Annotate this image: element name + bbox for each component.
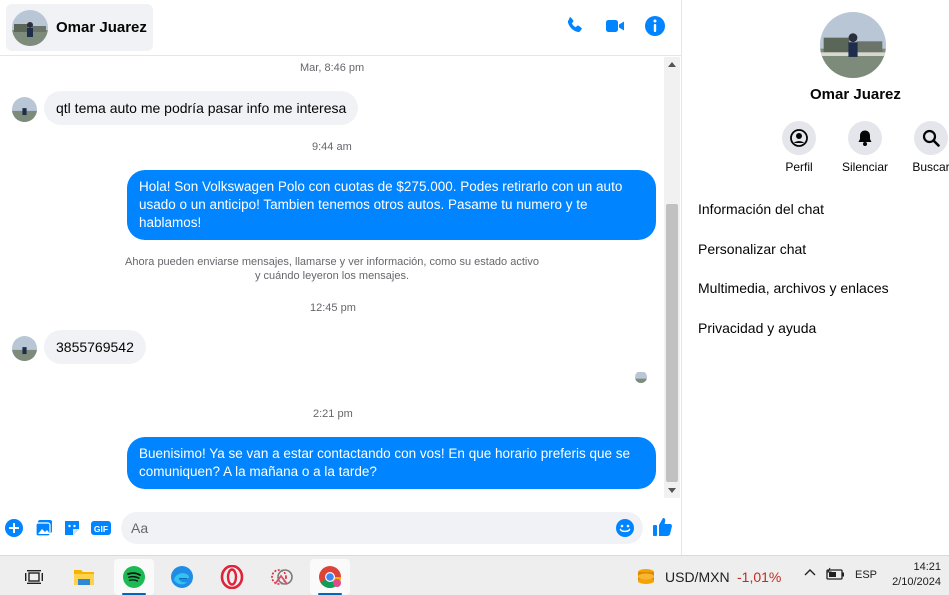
gif-icon[interactable]: GIF bbox=[90, 518, 112, 538]
file-explorer-icon[interactable] bbox=[64, 559, 104, 595]
info-icon[interactable] bbox=[643, 14, 667, 38]
contact-name: Omar Juarez bbox=[56, 19, 147, 36]
clock-date: 2/10/2024 bbox=[892, 576, 941, 588]
message-input-box[interactable] bbox=[121, 512, 643, 544]
read-receipt-avatar bbox=[635, 371, 647, 383]
menu-customize-chat[interactable]: Personalizar chat bbox=[698, 241, 806, 257]
photo-icon[interactable] bbox=[34, 518, 54, 538]
composer-bar: GIF bbox=[0, 505, 681, 551]
mute-label: Silenciar bbox=[841, 160, 889, 174]
menu-chat-info[interactable]: Información del chat bbox=[698, 201, 824, 217]
currency-change[interactable]: -1,01% bbox=[737, 569, 781, 585]
currency-ticker[interactable]: USD/MXN bbox=[665, 569, 730, 585]
timestamp: 2:21 pm bbox=[313, 408, 353, 420]
widgets-icon[interactable] bbox=[0, 559, 10, 595]
scroll-down-arrow[interactable] bbox=[668, 488, 676, 493]
chrome-icon[interactable] bbox=[310, 559, 350, 595]
info-contact-name: Omar Juarez bbox=[810, 86, 901, 103]
notice-line: y cuándo leyeron los mensajes. bbox=[254, 270, 410, 282]
timestamp: 9:44 am bbox=[312, 141, 352, 153]
message-bubble-outgoing[interactable]: Hola! Son Volkswagen Polo con cuotas de … bbox=[127, 170, 656, 240]
sticker-icon[interactable] bbox=[62, 518, 82, 538]
message-scrollbar[interactable] bbox=[664, 57, 680, 498]
task-view-icon[interactable] bbox=[14, 559, 54, 595]
system-clock[interactable]: 14:21 2/10/2024 bbox=[892, 560, 941, 590]
header-actions bbox=[563, 14, 667, 38]
message-bubble-incoming[interactable]: qtl tema auto me podría pasar info me in… bbox=[44, 91, 359, 125]
search-button[interactable]: Buscar bbox=[898, 121, 949, 174]
currency-widget-icon[interactable] bbox=[626, 559, 666, 595]
menu-privacy-help[interactable]: Privacidad y ayuda bbox=[698, 320, 816, 336]
sender-avatar bbox=[12, 336, 37, 361]
message-input[interactable] bbox=[131, 519, 611, 537]
thumbs-up-icon[interactable] bbox=[651, 516, 673, 538]
contact-header-button[interactable]: Omar Juarez bbox=[6, 4, 153, 51]
windows-taskbar: USD/MXN -1,01% ESP 14:21 2/10/2024 bbox=[0, 555, 949, 595]
encryption-notice: Ahora pueden enviarse mensajes, llamarse… bbox=[0, 255, 664, 283]
video-camera-icon[interactable] bbox=[603, 14, 627, 38]
battery-icon[interactable] bbox=[826, 566, 846, 585]
message-bubble-incoming[interactable]: 3855769542 bbox=[44, 330, 146, 364]
search-icon bbox=[914, 121, 948, 155]
emoji-icon[interactable] bbox=[615, 518, 635, 538]
snipping-tool-icon[interactable] bbox=[262, 559, 302, 595]
info-action-row: Perfil Silenciar Buscar bbox=[766, 121, 949, 174]
chat-info-panel: Omar Juarez Perfil Silenciar Buscar Info… bbox=[681, 0, 949, 555]
chat-header: Omar Juarez bbox=[0, 0, 681, 56]
notice-line: Ahora pueden enviarse mensajes, llamarse… bbox=[125, 256, 539, 268]
spotify-icon[interactable] bbox=[114, 559, 154, 595]
opera-icon[interactable] bbox=[212, 559, 252, 595]
scroll-thumb[interactable] bbox=[666, 204, 678, 482]
sender-avatar bbox=[12, 97, 37, 122]
clock-time: 14:21 bbox=[913, 561, 941, 573]
profile-icon bbox=[782, 121, 816, 155]
scroll-up-arrow[interactable] bbox=[668, 62, 676, 67]
message-list[interactable]: Mar, 8:46 pm qtl tema auto me podría pas… bbox=[0, 57, 664, 498]
bell-icon bbox=[848, 121, 882, 155]
contact-avatar bbox=[12, 9, 48, 46]
contact-profile-photo[interactable] bbox=[820, 12, 886, 78]
input-language[interactable]: ESP bbox=[855, 569, 877, 581]
message-bubble-outgoing[interactable]: Buenisimo! Ya se van a estar contactando… bbox=[127, 437, 656, 489]
profile-label: Perfil bbox=[785, 160, 813, 174]
show-hidden-icons-icon[interactable] bbox=[803, 566, 817, 583]
mute-button[interactable]: Silenciar bbox=[832, 121, 898, 174]
profile-button[interactable]: Perfil bbox=[766, 121, 832, 174]
plus-icon[interactable] bbox=[4, 518, 24, 538]
search-label: Buscar bbox=[912, 160, 949, 174]
timestamp: 12:45 pm bbox=[310, 302, 356, 314]
chat-panel: Omar Juarez Mar, 8:46 pm qtl tema auto m… bbox=[0, 0, 681, 555]
messenger-window: Omar Juarez Mar, 8:46 pm qtl tema auto m… bbox=[0, 0, 949, 595]
gif-label: GIF bbox=[94, 524, 108, 534]
edge-icon[interactable] bbox=[162, 559, 202, 595]
menu-media-files-links[interactable]: Multimedia, archivos y enlaces bbox=[698, 280, 889, 296]
timestamp: Mar, 8:46 pm bbox=[300, 62, 365, 74]
phone-icon[interactable] bbox=[563, 14, 587, 38]
